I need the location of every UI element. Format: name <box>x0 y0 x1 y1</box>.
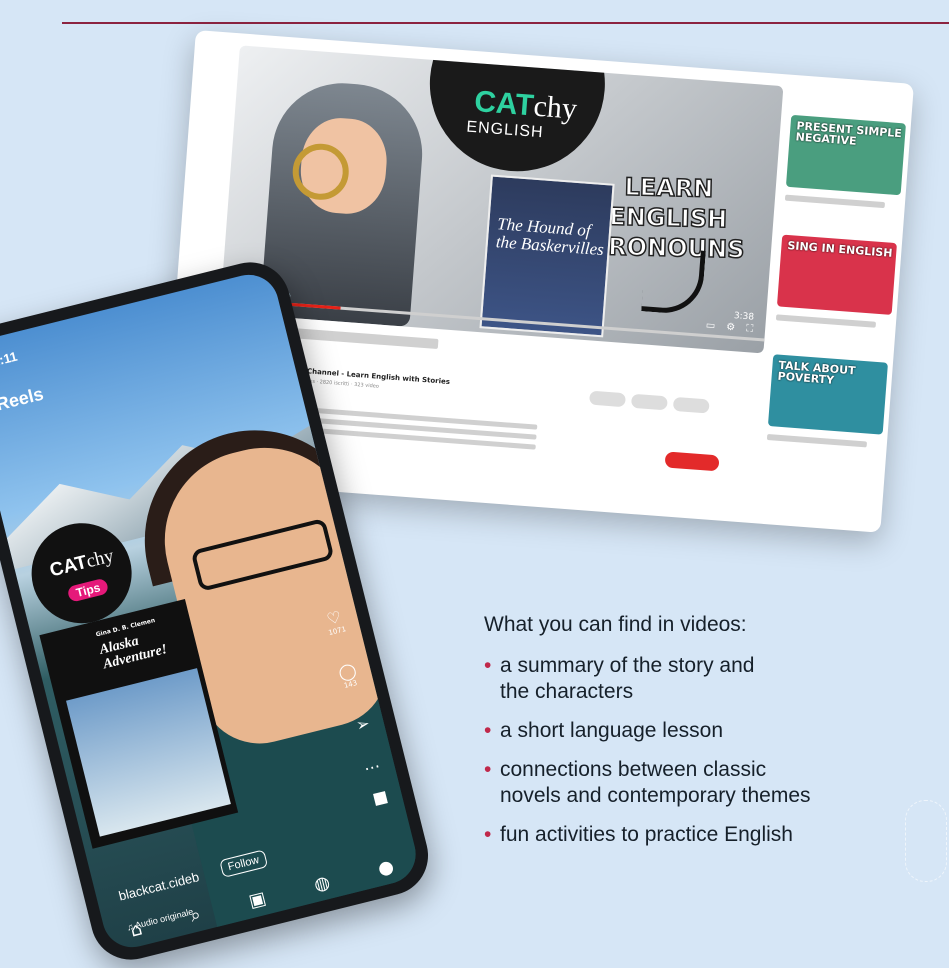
decorative-ornament <box>905 800 947 882</box>
info-panel: What you can find in videos: a summary o… <box>484 613 949 861</box>
recommended-video[interactable]: TALK ABOUT POVERTY <box>767 354 888 435</box>
info-item: a short language lesson <box>484 718 949 744</box>
video-player[interactable]: CATchy ENGLISH LEARN ENGLISH PRONOUNS Th… <box>219 45 784 354</box>
recommended-video[interactable]: PRESENT SIMPLE NEGATIVE <box>785 114 906 196</box>
settings-icon[interactable]: ⚙ <box>726 322 736 334</box>
info-heading: What you can find in videos: <box>484 613 747 636</box>
recommended-video[interactable]: SING IN ENGLISH <box>776 234 897 315</box>
book-title: The Hound of the Baskervilles <box>495 214 605 260</box>
tips-badge: Tips <box>66 577 110 603</box>
subscribe-button[interactable] <box>664 451 720 472</box>
recommended-meta-placeholder <box>775 314 877 328</box>
info-item: a summary of the story and the character… <box>484 653 949 705</box>
share-button[interactable] <box>630 393 668 411</box>
account-handle[interactable]: blackcat.cideb <box>117 869 201 903</box>
top-divider-line <box>62 22 949 24</box>
info-item: connections between classic novels and c… <box>484 757 949 809</box>
recommended-meta-placeholder <box>784 194 886 209</box>
recommended-title: PRESENT SIMPLE NEGATIVE <box>795 119 903 148</box>
profile-icon[interactable]: ● <box>376 856 396 880</box>
home-icon[interactable]: ⌂ <box>128 918 144 941</box>
save-button[interactable] <box>672 396 710 414</box>
recommended-title: TALK ABOUT POVERTY <box>777 358 857 387</box>
recommended-title: SING IN ENGLISH <box>787 238 893 260</box>
recommended-meta-placeholder <box>766 433 868 448</box>
search-icon[interactable]: ⌕ <box>188 904 203 927</box>
subtitles-icon[interactable]: ▭ <box>705 320 715 332</box>
video-duration: 3:38 <box>733 311 755 323</box>
reels-icon[interactable]: ▣ <box>247 888 269 912</box>
book-illustration <box>66 668 231 837</box>
curved-arrow-icon <box>641 246 706 316</box>
fullscreen-icon[interactable]: ⛶ <box>746 323 754 334</box>
brand-logo: CATchy <box>47 545 116 582</box>
shop-icon[interactable]: ◍ <box>312 872 332 896</box>
book-cover: The Hound of the Baskervilles <box>479 174 615 338</box>
like-button[interactable] <box>589 390 626 408</box>
status-time: 11:11 <box>0 348 19 371</box>
reels-title: Reels <box>0 383 46 415</box>
info-item: fun activities to practice English <box>484 822 949 848</box>
info-list: a summary of the story and the character… <box>484 653 949 848</box>
